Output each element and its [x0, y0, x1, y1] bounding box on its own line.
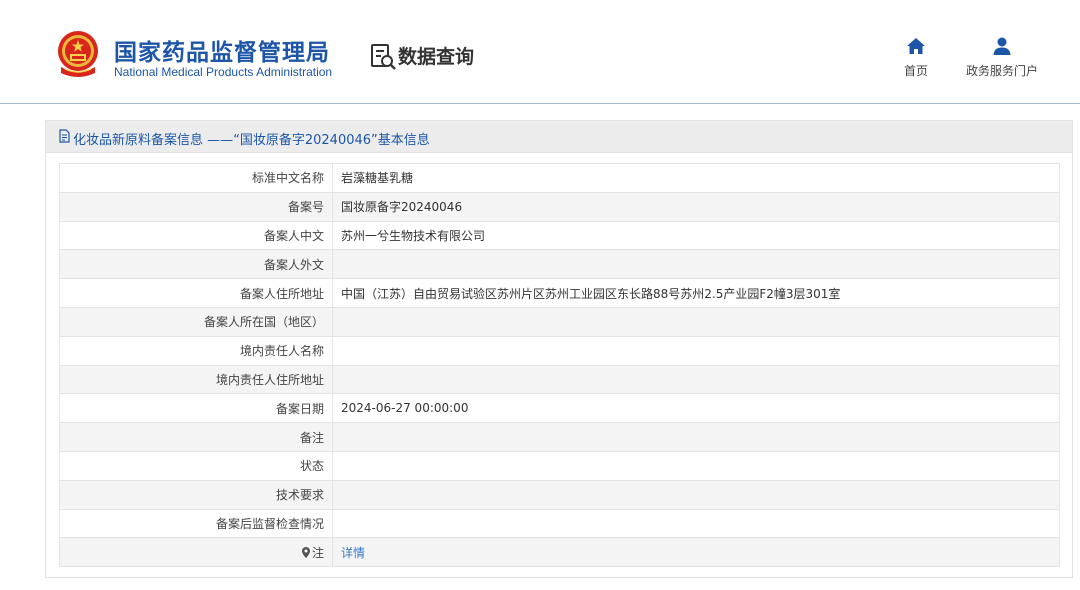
org-name-cn[interactable]: 国家药品监督管理局	[114, 33, 330, 67]
field-label: 备案人住所地址	[59, 278, 333, 308]
field-value: 国妆原备字20240046	[332, 191, 1060, 222]
field-value	[332, 306, 1060, 337]
nav-service-portal-label: 政务服务门户	[965, 64, 1038, 78]
field-label: 境内责任人名称	[59, 335, 333, 366]
note-label-cell: 注	[59, 537, 333, 568]
field-value	[332, 450, 1060, 481]
record-info-panel: 化妆品新原料备案信息 ——“国妆原备字20240046”基本信息 标准中文名称 …	[45, 120, 1073, 578]
table-row: 备案日期 2024-06-27 00:00:00	[59, 393, 1060, 424]
details-link[interactable]: 详情	[341, 546, 365, 560]
table-row: 备案人中文 苏州一兮生物技术有限公司	[59, 220, 1060, 251]
field-value	[332, 249, 1060, 280]
field-value: 岩藻糖基乳糖	[332, 163, 1060, 193]
nav-service-portal-button[interactable]: 政务服务门户	[957, 36, 1047, 79]
note-value-cell: 详情	[332, 537, 1060, 568]
table-row: 备案人外文	[59, 249, 1060, 280]
user-icon	[993, 37, 1011, 55]
field-label: 技术要求	[59, 479, 333, 510]
field-label: 备注	[59, 422, 333, 452]
table-row: 状态	[59, 450, 1060, 481]
panel-title: 化妆品新原料备案信息 ——“国妆原备字20240046”基本信息	[73, 133, 430, 148]
table-row: 备案人住所地址 中国（江苏）自由贸易试验区苏州片区苏州工业园区东长路88号苏州2…	[59, 278, 1060, 308]
note-label: 注	[311, 545, 324, 560]
field-value	[332, 364, 1060, 395]
field-value: 苏州一兮生物技术有限公司	[332, 220, 1060, 251]
field-label: 备案人中文	[59, 220, 333, 251]
table-row: 境内责任人名称	[59, 335, 1060, 366]
table-row: 技术要求	[59, 479, 1060, 510]
location-pin-icon	[301, 546, 310, 558]
field-label: 备案号	[59, 191, 333, 222]
page-title: 数据查询	[398, 46, 475, 68]
site-header: 国家药品监督管理局 National Medical Products Admi…	[0, 0, 1080, 104]
table-row: 注 详情	[59, 537, 1060, 568]
field-value	[332, 508, 1060, 539]
data-query-icon	[371, 44, 396, 70]
field-label: 状态	[59, 450, 333, 481]
nav-home-button[interactable]: 首页	[871, 36, 961, 79]
table-row: 标准中文名称 岩藻糖基乳糖	[59, 163, 1060, 193]
table-row: 境内责任人住所地址	[59, 364, 1060, 395]
document-icon	[59, 129, 70, 143]
table-row: 备案人所在国（地区）	[59, 306, 1060, 337]
record-info-table: 标准中文名称 岩藻糖基乳糖 备案号 国妆原备字20240046 备案人中文 苏州…	[59, 163, 1060, 568]
table-row: 备案后监督检查情况	[59, 508, 1060, 539]
field-value: 2024-06-27 00:00:00	[332, 393, 1060, 424]
home-icon	[907, 38, 925, 54]
field-label: 备案人外文	[59, 249, 333, 280]
org-name-en[interactable]: National Medical Products Administration	[114, 65, 332, 79]
field-value	[332, 479, 1060, 510]
field-label: 备案日期	[59, 393, 333, 424]
panel-header: 化妆品新原料备案信息 ——“国妆原备字20240046”基本信息	[46, 121, 1072, 153]
nav-home-label: 首页	[903, 64, 928, 78]
field-value	[332, 422, 1060, 452]
field-value	[332, 335, 1060, 366]
field-label: 标准中文名称	[59, 163, 333, 193]
table-row: 备注	[59, 422, 1060, 452]
field-label: 境内责任人住所地址	[59, 364, 333, 395]
national-emblem-icon	[58, 31, 98, 77]
field-label: 备案后监督检查情况	[59, 508, 333, 539]
field-value: 中国（江苏）自由贸易试验区苏州片区苏州工业园区东长路88号苏州2.5产业园F2幢…	[332, 278, 1060, 308]
table-row: 备案号 国妆原备字20240046	[59, 191, 1060, 222]
field-label: 备案人所在国（地区）	[59, 306, 333, 337]
